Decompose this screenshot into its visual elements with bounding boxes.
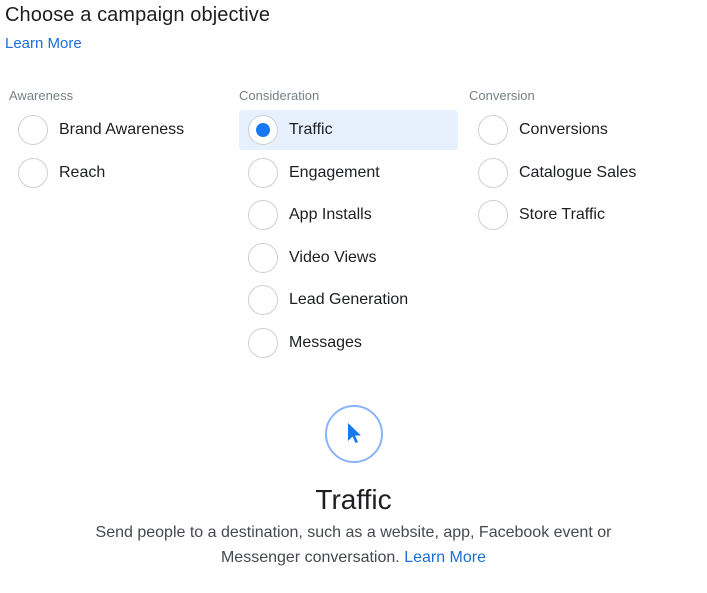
awareness-heading: Awareness [9,88,74,103]
conversion-heading: Conversion [469,88,535,103]
objective-learn-more-link[interactable]: Learn More [404,549,486,566]
awareness-column: Awareness Brand Awareness Reach [9,86,229,195]
option-label: Lead Generation [289,291,409,308]
conversion-column: Conversion Conversions Catalogue Sales S… [469,86,689,238]
objective-description: Send people to a destination, such as a … [74,520,634,570]
option-label: Messages [289,333,362,351]
reach-radio[interactable] [18,157,48,188]
option-label: Brand Awareness [59,121,185,138]
brand-awareness-radio[interactable] [18,115,48,145]
lead-generation-radio[interactable] [248,285,278,315]
option-label: Store Traffic [519,206,605,223]
option-label: App Installs [289,206,372,223]
option-label: Engagement [289,163,380,181]
store-traffic-radio[interactable] [478,200,508,230]
option-app-installs[interactable]: App Installs [239,195,458,235]
engagement-radio[interactable] [248,157,278,188]
option-label: Conversions [519,121,608,138]
option-conversions[interactable]: Conversions [469,110,688,150]
option-video-views[interactable]: Video Views [239,238,458,278]
cursor-pointer-icon [324,405,383,463]
option-messages[interactable]: Messages [239,323,458,363]
option-reach[interactable]: Reach [9,153,228,193]
page-title: Choose a campaign objective [5,4,271,26]
objective-detail: Traffic Send people to a destination, su… [0,405,707,570]
messages-radio[interactable] [248,327,278,358]
consideration-column: Consideration Traffic Engagement App Ins… [239,86,459,365]
option-lead-generation[interactable]: Lead Generation [239,280,458,320]
option-brand-awareness[interactable]: Brand Awareness [9,110,228,150]
option-traffic[interactable]: Traffic [239,110,458,150]
objective-description-text: Send people to a destination, such as a … [95,524,612,566]
cursor-arrow-glyph [347,423,361,443]
learn-more-link[interactable]: Learn More [5,35,82,52]
consideration-heading: Consideration [239,88,320,103]
option-catalogue-sales[interactable]: Catalogue Sales [469,153,688,193]
app-installs-radio[interactable] [248,200,278,230]
conversions-radio[interactable] [478,115,508,145]
option-engagement[interactable]: Engagement [239,153,458,193]
catalogue-sales-radio[interactable] [478,157,508,188]
option-label: Video Views [289,248,377,266]
radio-selected-dot [256,123,270,137]
option-label: Traffic [289,121,333,138]
video-views-radio[interactable] [248,242,278,273]
option-label: Catalogue Sales [519,163,637,181]
option-label: Reach [59,163,106,181]
traffic-radio[interactable] [248,115,278,145]
objective-title: Traffic [315,484,392,515]
option-store-traffic[interactable]: Store Traffic [469,195,688,235]
